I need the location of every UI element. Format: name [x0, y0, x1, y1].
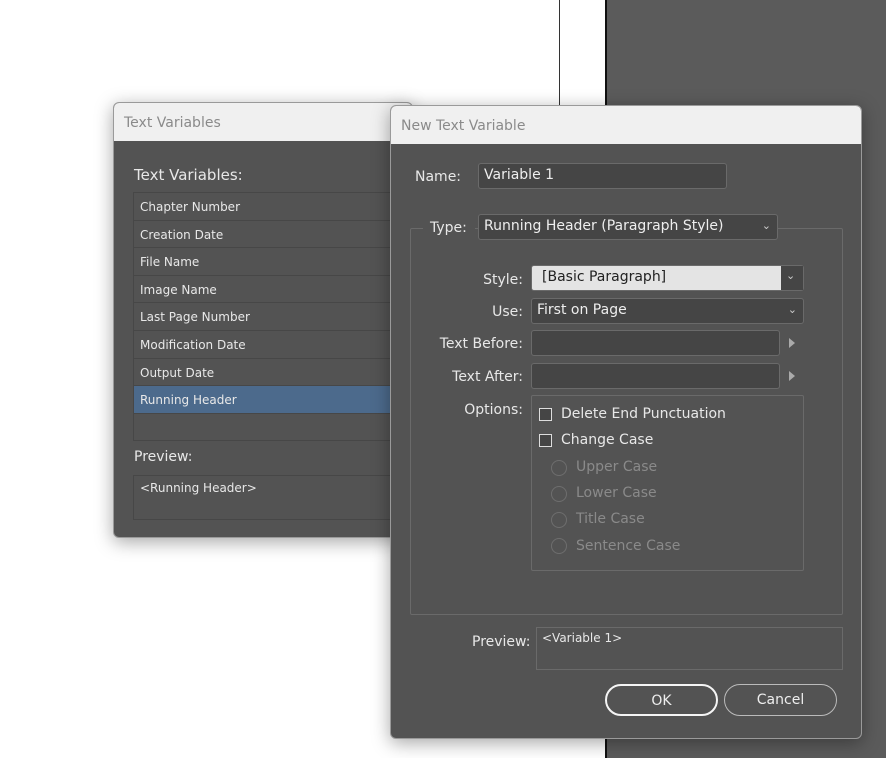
type-label: Type: [430, 220, 467, 236]
ok-button[interactable]: OK [605, 684, 718, 716]
insert-special-arrow-icon[interactable] [789, 371, 795, 381]
chevron-down-icon: ⌄ [761, 219, 771, 232]
lower-case-radio[interactable] [551, 486, 567, 502]
title-case-radio[interactable] [551, 512, 567, 528]
use-value: First on Page [537, 302, 627, 318]
name-label: Name: [415, 169, 462, 185]
name-input[interactable]: Variable 1 [478, 163, 727, 189]
list-item[interactable]: File Name [134, 248, 412, 276]
list-item-selected[interactable]: Running Header [134, 386, 412, 414]
chevron-down-icon: ⌄ [781, 266, 803, 290]
page-edge-line [559, 0, 560, 105]
list-item[interactable]: Image Name [134, 276, 412, 304]
options-label: Options: [464, 402, 523, 418]
text-after-input[interactable] [531, 363, 780, 389]
text-variables-dialog: Text Variables Text Variables: Chapter N… [113, 102, 413, 538]
list-item[interactable]: Last Page Number [134, 303, 412, 331]
delete-end-punctuation-label[interactable]: Delete End Punctuation [561, 406, 726, 422]
upper-case-label: Upper Case [576, 459, 658, 475]
insert-special-arrow-icon[interactable] [789, 338, 795, 348]
preview-label: Preview: [134, 449, 193, 465]
preview-box: <Running Header> [133, 475, 412, 520]
style-value: [Basic Paragraph] [542, 269, 667, 285]
sentence-case-label: Sentence Case [576, 538, 681, 554]
style-label: Style: [483, 272, 523, 288]
new-text-variable-dialog: New Text Variable Name: Variable 1 Type:… [390, 105, 862, 739]
list-label: Text Variables: [134, 166, 243, 184]
text-before-input[interactable] [531, 330, 780, 356]
list-item[interactable]: Modification Date [134, 331, 412, 359]
style-dropdown[interactable]: [Basic Paragraph] ⌄ [531, 265, 804, 291]
upper-case-radio[interactable] [551, 460, 567, 476]
text-before-label: Text Before: [439, 336, 523, 352]
dialog-title[interactable]: New Text Variable [391, 106, 861, 144]
use-label: Use: [492, 304, 523, 320]
list-item[interactable]: Output Date [134, 359, 412, 387]
preview-label: Preview: [472, 634, 531, 650]
chevron-down-icon: ⌄ [787, 303, 797, 316]
preview-box: <Variable 1> [536, 627, 843, 670]
cancel-button[interactable]: Cancel [724, 684, 837, 716]
text-after-label: Text After: [452, 369, 523, 385]
list-item[interactable]: Chapter Number [134, 193, 412, 221]
variables-list[interactable]: Chapter Number Creation Date File Name I… [133, 192, 412, 441]
sentence-case-radio[interactable] [551, 538, 567, 554]
dialog-title[interactable]: Text Variables [114, 103, 412, 141]
list-item[interactable]: Creation Date [134, 221, 412, 249]
change-case-checkbox[interactable] [539, 434, 552, 447]
type-value: Running Header (Paragraph Style) [484, 218, 724, 234]
use-dropdown[interactable]: First on Page ⌄ [531, 298, 804, 324]
title-case-label: Title Case [576, 511, 645, 527]
lower-case-label: Lower Case [576, 485, 657, 501]
delete-end-punctuation-checkbox[interactable] [539, 408, 552, 421]
type-dropdown[interactable]: Running Header (Paragraph Style) ⌄ [478, 214, 778, 240]
change-case-label[interactable]: Change Case [561, 432, 653, 448]
